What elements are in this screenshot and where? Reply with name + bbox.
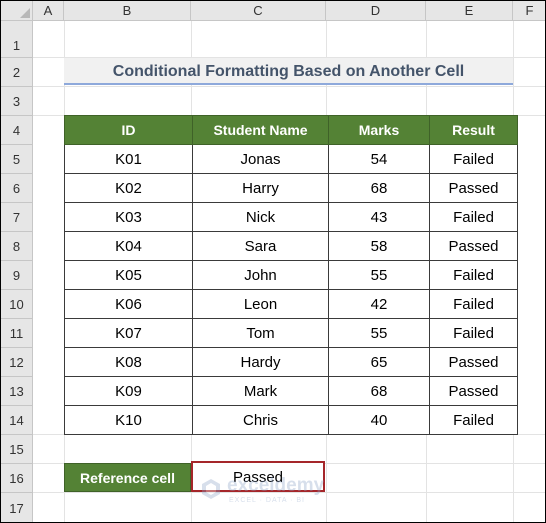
cell-marks[interactable]: 55 [328,260,430,290]
select-all-triangle-icon [20,8,30,18]
row-header-16[interactable]: 16 [1,464,33,493]
cell-result[interactable]: Failed [429,405,518,435]
table-row: K03 Nick 43 Failed [64,202,518,232]
reference-cell-value[interactable]: Passed [191,461,325,492]
table-header-row: ID Student Name Marks Result [64,115,518,145]
table-row: K02 Harry 68 Passed [64,173,518,203]
cell-id[interactable]: K03 [64,202,193,232]
table-row: K01 Jonas 54 Failed [64,144,518,174]
cell-result[interactable]: Passed [429,173,518,203]
row-header-6[interactable]: 6 [1,174,33,203]
cell-id[interactable]: K10 [64,405,193,435]
cell-student-name[interactable]: Jonas [192,144,329,174]
cell-marks[interactable]: 65 [328,347,430,377]
row-header-14[interactable]: 14 [1,406,33,435]
row-header-15[interactable]: 15 [1,435,33,464]
cell-student-name[interactable]: Chris [192,405,329,435]
cell-marks[interactable]: 68 [328,376,430,406]
student-results-table: ID Student Name Marks Result K01 Jonas 5… [64,115,518,435]
column-header-d[interactable]: D [326,1,426,21]
column-header-c[interactable]: C [191,1,326,21]
cell-student-name[interactable]: Hardy [192,347,329,377]
cell-marks[interactable]: 40 [328,405,430,435]
watermark-tagline: EXCEL · DATA · BI [229,497,305,504]
cell-result[interactable]: Passed [429,347,518,377]
cell-result[interactable]: Passed [429,376,518,406]
reference-cell-label[interactable]: Reference cell [64,463,191,492]
row-header-4[interactable]: 4 [1,116,33,145]
cell-student-name[interactable]: Leon [192,289,329,319]
header-result[interactable]: Result [429,115,518,145]
cell-id[interactable]: K04 [64,231,193,261]
cell-id[interactable]: K06 [64,289,193,319]
spreadsheet: A B C D E F 1 2 3 4 5 6 7 8 9 10 11 12 1… [0,0,546,523]
cell-result[interactable]: Passed [429,231,518,261]
table-row: K06 Leon 42 Failed [64,289,518,319]
header-id[interactable]: ID [64,115,193,145]
row-header-12[interactable]: 12 [1,348,33,377]
header-marks[interactable]: Marks [328,115,430,145]
cell-student-name[interactable]: Sara [192,231,329,261]
cell-marks[interactable]: 58 [328,231,430,261]
cell-id[interactable]: K07 [64,318,193,348]
table-row: K07 Tom 55 Failed [64,318,518,348]
cell-result[interactable]: Failed [429,202,518,232]
row-header-3[interactable]: 3 [1,87,33,116]
cell-student-name[interactable]: Nick [192,202,329,232]
column-header-f[interactable]: F [513,1,545,21]
select-all-corner[interactable] [1,1,33,21]
column-header-e[interactable]: E [426,1,513,21]
column-header-a[interactable]: A [33,1,64,21]
cell-id[interactable]: K05 [64,260,193,290]
row-header-17[interactable]: 17 [1,493,33,522]
table-row: K09 Mark 68 Passed [64,376,518,406]
row-header-11[interactable]: 11 [1,319,33,348]
cell-result[interactable]: Failed [429,318,518,348]
cell-student-name[interactable]: Tom [192,318,329,348]
cell-marks[interactable]: 55 [328,318,430,348]
row-header-5[interactable]: 5 [1,145,33,174]
row-header-7[interactable]: 7 [1,203,33,232]
cell-id[interactable]: K08 [64,347,193,377]
cell-id[interactable]: K09 [64,376,193,406]
cell-marks[interactable]: 54 [328,144,430,174]
table-row: K05 John 55 Failed [64,260,518,290]
row-header-2[interactable]: 2 [1,58,33,87]
row-header-9[interactable]: 9 [1,261,33,290]
cell-id[interactable]: K01 [64,144,193,174]
cell-marks[interactable]: 43 [328,202,430,232]
cell-result[interactable]: Failed [429,289,518,319]
header-student-name[interactable]: Student Name [192,115,329,145]
table-row: K04 Sara 58 Passed [64,231,518,261]
cell-id[interactable]: K02 [64,173,193,203]
cell-marks[interactable]: 42 [328,289,430,319]
cell-result[interactable]: Failed [429,144,518,174]
cell-student-name[interactable]: Harry [192,173,329,203]
row-header-1[interactable]: 1 [1,21,33,58]
row-header-10[interactable]: 10 [1,290,33,319]
table-row: K10 Chris 40 Failed [64,405,518,435]
table-row: K08 Hardy 65 Passed [64,347,518,377]
column-header-b[interactable]: B [64,1,191,21]
row-header-8[interactable]: 8 [1,232,33,261]
sheet-title[interactable]: Conditional Formatting Based on Another … [64,58,513,85]
cell-result[interactable]: Failed [429,260,518,290]
cell-student-name[interactable]: Mark [192,376,329,406]
cell-student-name[interactable]: John [192,260,329,290]
cell-marks[interactable]: 68 [328,173,430,203]
row-header-13[interactable]: 13 [1,377,33,406]
gridline-horizontal [33,86,545,87]
